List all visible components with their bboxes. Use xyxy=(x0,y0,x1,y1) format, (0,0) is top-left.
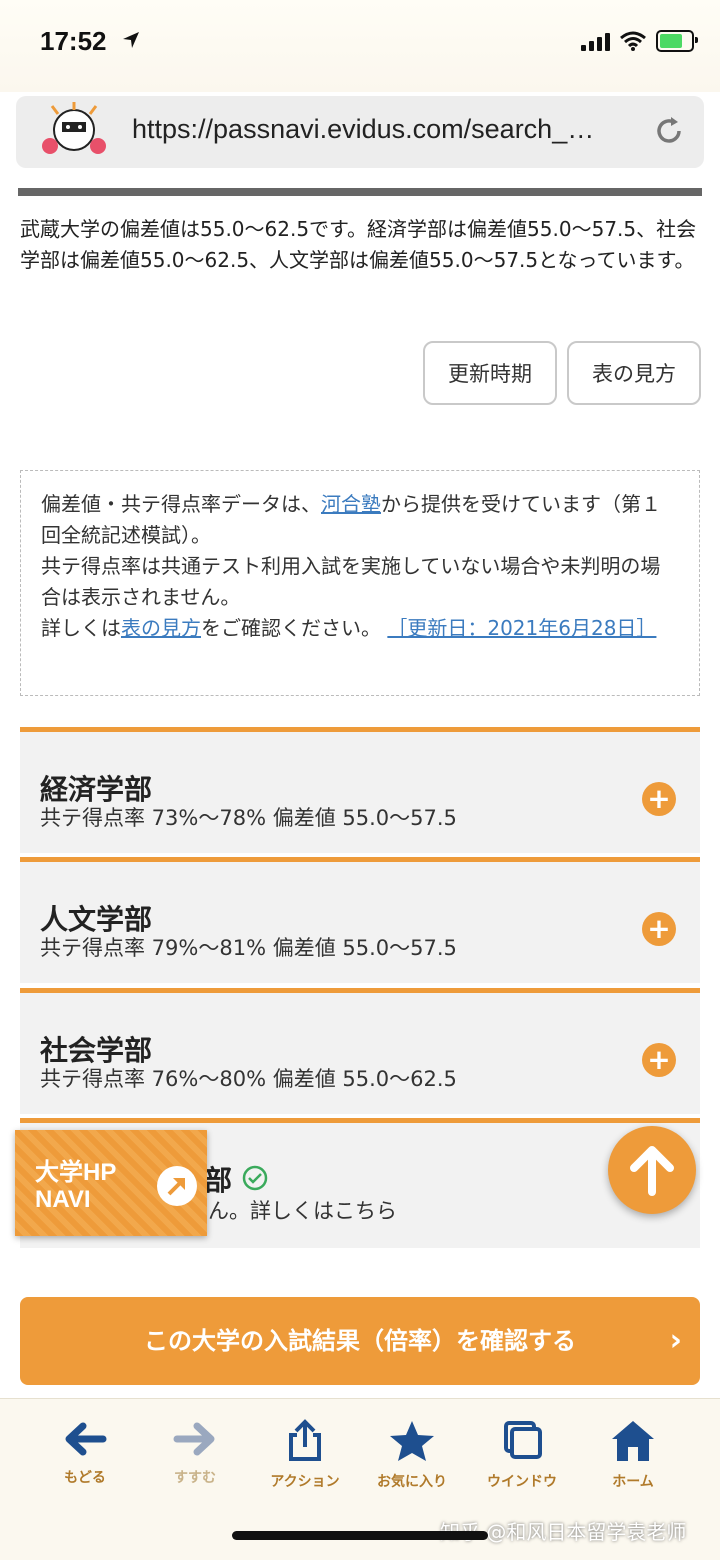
kawaijuku-link[interactable]: 河合塾 xyxy=(321,492,381,516)
toolbar-label: もどる xyxy=(64,1470,106,1486)
department-stats: 共テ得点率 73%〜78% 偏差値 55.0〜57.5 xyxy=(40,806,457,830)
department-row-sociology[interactable]: 社会学部 共テ得点率 76%〜80% 偏差値 55.0〜62.5 + xyxy=(20,988,700,1114)
department-stats: 共テ得点率 79%〜81% 偏差値 55.0〜57.5 xyxy=(40,936,457,960)
department-row-economics[interactable]: 経済学部 共テ得点率 73%〜78% 偏差値 55.0〜57.5 + xyxy=(20,727,700,853)
department-row-humanities[interactable]: 人文学部 共テ得点率 79%〜81% 偏差値 55.0〜57.5 + xyxy=(20,857,700,983)
forward-button[interactable]: すすむ xyxy=(140,1419,250,1487)
back-button[interactable]: もどる xyxy=(30,1419,140,1487)
toolbar-label: ホーム xyxy=(612,1474,654,1490)
hp-navi-label: 大学HP xyxy=(35,1159,117,1186)
star-icon xyxy=(390,1421,434,1461)
reload-icon[interactable] xyxy=(652,114,686,148)
external-arrow-icon xyxy=(157,1166,197,1206)
toolbar-label: ウインドウ xyxy=(487,1474,557,1490)
university-hp-navi-button[interactable]: 大学HP NAVI xyxy=(15,1130,207,1236)
section-divider xyxy=(18,188,702,196)
status-bar: 17:52 xyxy=(0,0,720,92)
notice-text: 偏差値・共テ得点率データは、 xyxy=(41,492,321,516)
data-source-notice: 偏差値・共テ得点率データは、河合塾から提供を受けています（第１回全統記述模試）。… xyxy=(20,470,700,696)
toolbar-label: アクション xyxy=(270,1474,340,1490)
home-indicator[interactable] xyxy=(232,1531,488,1540)
how-to-read-link[interactable]: 表の見方 xyxy=(121,616,201,640)
favorites-button[interactable]: お気に入り xyxy=(357,1419,467,1491)
status-time: 17:52 xyxy=(40,26,107,56)
how-to-read-button[interactable]: 表の見方 xyxy=(567,341,701,405)
update-date-link[interactable]: ［更新日：2021年6月28日］ xyxy=(387,616,656,640)
department-stats: 共テ得点率 76%〜80% 偏差値 55.0〜62.5 xyxy=(40,1067,457,1091)
department-stats: ん。詳しくはこちら xyxy=(208,1199,397,1223)
signal-icon xyxy=(581,31,610,51)
wifi-icon xyxy=(620,31,646,51)
department-name: 部 xyxy=(204,1164,233,1197)
chevron-right-icon: › xyxy=(669,1323,682,1358)
expand-plus-icon[interactable]: + xyxy=(642,1043,676,1077)
update-period-button[interactable]: 更新時期 xyxy=(423,341,557,405)
expand-plus-icon[interactable]: + xyxy=(642,782,676,816)
mascot-icon xyxy=(42,102,106,154)
action-button[interactable]: アクション xyxy=(250,1419,360,1491)
toolbar-label: お気に入り xyxy=(377,1474,447,1490)
notice-text: 共テ得点率は共通テスト利用入試を実施していない場合や未判明の場合は表示されません… xyxy=(41,554,661,609)
battery-icon xyxy=(656,30,698,52)
hp-navi-label: NAVI xyxy=(35,1186,91,1213)
scroll-to-top-button[interactable] xyxy=(608,1126,696,1214)
notice-text: をご確認ください。 xyxy=(201,616,381,640)
location-arrow-icon xyxy=(123,32,139,48)
cta-label: この大学の入試結果（倍率）を確認する xyxy=(144,1327,576,1355)
check-circle-icon xyxy=(242,1165,268,1191)
arrow-left-icon xyxy=(65,1422,107,1456)
url-text: https://passnavi.evidus.com/search_… xyxy=(132,114,595,144)
arrow-right-icon xyxy=(173,1422,215,1456)
windows-icon xyxy=(504,1421,542,1459)
window-button[interactable]: ウインドウ xyxy=(467,1419,577,1491)
share-icon xyxy=(289,1419,321,1461)
home-icon xyxy=(612,1421,654,1461)
home-button[interactable]: ホーム xyxy=(578,1419,688,1491)
expand-plus-icon[interactable]: + xyxy=(642,912,676,946)
arrow-up-icon xyxy=(630,1146,674,1196)
address-bar[interactable]: https://passnavi.evidus.com/search_… xyxy=(16,96,704,168)
notice-text: 詳しくは xyxy=(41,616,121,640)
deviation-summary: 武蔵大学の偏差値は55.0〜62.5です。経済学部は偏差値55.0〜57.5、社… xyxy=(20,217,697,272)
toolbar-label: すすむ xyxy=(174,1470,216,1486)
admission-results-button[interactable]: この大学の入試結果（倍率）を確認する › xyxy=(20,1297,700,1385)
